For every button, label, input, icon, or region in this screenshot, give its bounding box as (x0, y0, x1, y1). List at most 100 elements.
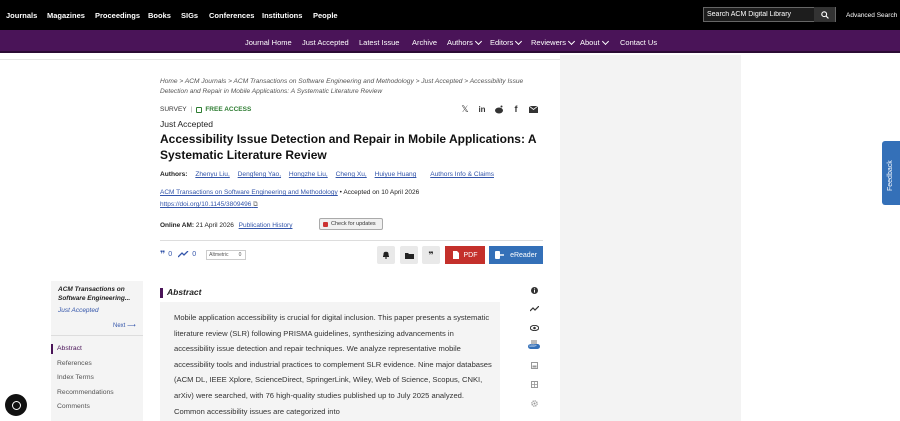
breadcrumb[interactable]: Home > ACM Journals > ACM Transactions o… (160, 77, 550, 97)
copy-link-icon[interactable]: ⧉ (253, 201, 258, 208)
save-to-binder-button[interactable] (400, 246, 418, 264)
author-link[interactable]: Cheng Xu, (336, 171, 367, 178)
free-access-badge: FREE ACCESS (196, 106, 251, 113)
downloads-trend-icon (178, 251, 189, 258)
feedback-label: Feedback (887, 160, 894, 191)
journal-link[interactable]: ACM Transactions on Software Engineering… (160, 189, 338, 196)
chevron-down-icon (601, 37, 609, 45)
section-link-abstract[interactable]: Abstract (57, 345, 82, 352)
authors-info-claims-link[interactable]: Authors Info & Claims (430, 171, 494, 178)
bell-icon (383, 251, 389, 259)
citation-icon: ❞ (160, 249, 166, 259)
x-share-icon[interactable]: 𝕏 (460, 104, 470, 114)
top-nav-people[interactable]: People (313, 11, 338, 20)
figures-icon[interactable] (528, 360, 540, 370)
journal-nav-about[interactable]: About (580, 37, 609, 47)
journal-nav-archive[interactable]: Archive (412, 38, 437, 47)
cite-button[interactable]: ❞ (422, 246, 440, 264)
section-link-index-terms[interactable]: Index Terms (57, 374, 94, 381)
author-link[interactable]: Huiyue Huang (375, 171, 417, 178)
nav-label: Just Accepted (302, 38, 349, 47)
journal-citation: ACM Transactions on Software Engineering… (160, 189, 419, 196)
author-link[interactable]: Dengfeng Yao, (238, 171, 281, 178)
section-marker (160, 288, 163, 298)
section-link-references[interactable]: References (57, 360, 92, 367)
chevron-down-icon (474, 37, 482, 45)
article-status: Just Accepted (160, 119, 213, 129)
search-input[interactable] (704, 11, 812, 18)
ereader-icon (495, 251, 505, 259)
pdf-button[interactable]: PDF (445, 246, 485, 264)
nav-label: Reviewers (531, 38, 567, 47)
online-label: Online AM: (160, 222, 195, 229)
author-link[interactable]: Hongzhe Liu, (289, 171, 328, 178)
linkedin-share-icon[interactable]: in (477, 104, 487, 114)
nav-label: Latest Issue (359, 38, 400, 47)
right-sidebar-background (560, 55, 741, 421)
top-nav-journals[interactable]: Journals (6, 11, 37, 20)
next-article-link[interactable]: Next ⟶ (113, 322, 136, 329)
top-nav-proceedings[interactable]: Proceedings (95, 11, 140, 20)
search-box (703, 7, 836, 22)
check-updates-label: Check for updates (331, 221, 376, 227)
chevron-down-icon (567, 37, 576, 45)
journal-nav-reviewers[interactable]: Reviewers (531, 37, 576, 47)
altmetric-score: 0 (238, 251, 242, 258)
folder-icon (404, 252, 414, 259)
facebook-share-icon[interactable]: f (512, 104, 520, 114)
journal-nav-authors[interactable]: Authors (447, 37, 482, 47)
journal-nav-contact-us[interactable]: Contact Us (620, 38, 657, 47)
doi-text: https://doi.org/10.1145/3809496 (160, 201, 252, 208)
author-link[interactable]: Zhenyu Liu, (195, 171, 229, 178)
gear-icon[interactable] (528, 398, 540, 408)
active-indicator (51, 344, 53, 354)
nav-label: Journal Home (245, 38, 292, 47)
quote-icon: ❞ (428, 249, 434, 260)
pdf-file-icon (452, 251, 459, 259)
feedback-tab[interactable]: Feedback (882, 141, 900, 205)
cookie-settings-button[interactable] (5, 394, 27, 416)
publication-history-link[interactable]: Publication History (239, 222, 293, 229)
ereader-label: eReader (510, 251, 537, 259)
nav-label: Contact Us (620, 38, 658, 47)
section-link-recommendations[interactable]: Recommendations (57, 389, 114, 396)
top-nav-books[interactable]: Books (148, 11, 171, 20)
abstract-heading: Abstract (167, 287, 202, 297)
chevron-down-icon (515, 37, 523, 45)
side-status[interactable]: Just Accepted (58, 307, 99, 314)
side-journal-title[interactable]: ACM Transactions on Software Engineering… (58, 285, 140, 303)
nav-label: Editors (490, 38, 514, 47)
divider (51, 335, 143, 336)
altmetric-badge[interactable]: Altmetric 0 (206, 249, 247, 260)
doi-link[interactable]: https://doi.org/10.1145/3809496 ⧉ (160, 201, 258, 209)
metrics-trend-icon[interactable] (528, 304, 540, 314)
top-nav-conferences[interactable]: Conferences (209, 11, 254, 20)
ereader-button[interactable]: eReader (489, 246, 543, 264)
journal-nav-home[interactable]: Journal Home (245, 38, 292, 47)
tables-icon[interactable] (528, 379, 540, 389)
accepted-date: • Accepted on 10 April 2026 (339, 189, 420, 196)
download-count[interactable]: 0 (192, 251, 196, 258)
advanced-search-link[interactable]: Advanced Search (846, 12, 897, 19)
metrics-row: ❞ 0 0 Altmetric 0 (160, 249, 247, 260)
email-share-icon[interactable] (528, 104, 538, 114)
journal-nav-just-accepted[interactable]: Just Accepted (302, 38, 349, 47)
alert-button[interactable] (377, 246, 395, 264)
top-nav-sigs[interactable]: SIGs (181, 11, 198, 20)
journal-nav-editors[interactable]: Editors (490, 37, 523, 47)
search-button[interactable] (814, 7, 835, 22)
check-for-updates-button[interactable]: Check for updates (319, 218, 383, 230)
top-nav-magazines[interactable]: Magazines (47, 11, 85, 20)
eye-icon[interactable] (528, 323, 540, 333)
references-badge-count: 100+ (529, 344, 537, 348)
top-nav-institutions[interactable]: Institutions (262, 11, 302, 20)
journal-nav-latest-issue[interactable]: Latest Issue (359, 38, 399, 47)
nav-label: About (580, 38, 600, 47)
section-link-comments[interactable]: Comments (57, 403, 90, 410)
search-icon (820, 10, 829, 19)
citation-count[interactable]: 0 (168, 251, 172, 258)
reddit-share-icon[interactable] (494, 104, 504, 114)
info-icon[interactable] (528, 285, 540, 295)
article-type: SURVEY (160, 106, 187, 113)
authors-row: Authors: Zhenyu Liu, Dengfeng Yao, Hongz… (160, 171, 494, 178)
